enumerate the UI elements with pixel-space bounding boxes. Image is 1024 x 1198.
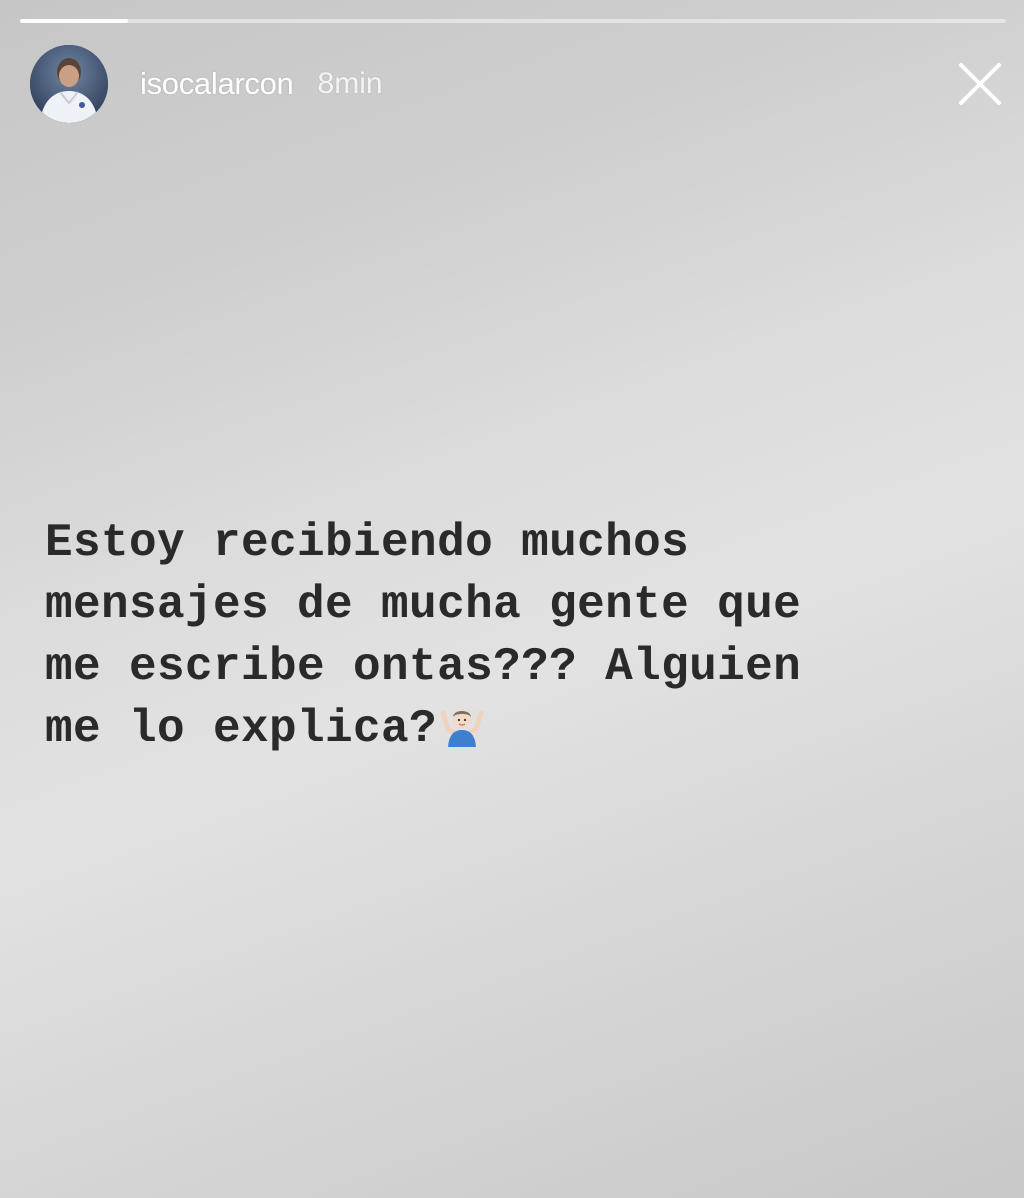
story-timestamp: 8min — [317, 67, 383, 100]
avatar[interactable] — [30, 45, 108, 123]
story-text-content: Estoy recibiendo muchos mensajes de much… — [45, 517, 802, 755]
username[interactable]: isocalarcon — [140, 66, 294, 102]
story-progress-bar — [20, 19, 1006, 23]
close-button[interactable] — [958, 62, 1002, 106]
story-header: isocalarcon 8min — [30, 44, 1004, 124]
close-icon — [959, 63, 1001, 105]
person-shrugging-icon — [439, 703, 485, 766]
story-text: Estoy recibiendo muchos mensajes de much… — [45, 512, 975, 766]
story-view[interactable]: isocalarcon 8min Estoy recibiendo muchos… — [0, 0, 1024, 1198]
story-progress-fill — [20, 19, 129, 23]
